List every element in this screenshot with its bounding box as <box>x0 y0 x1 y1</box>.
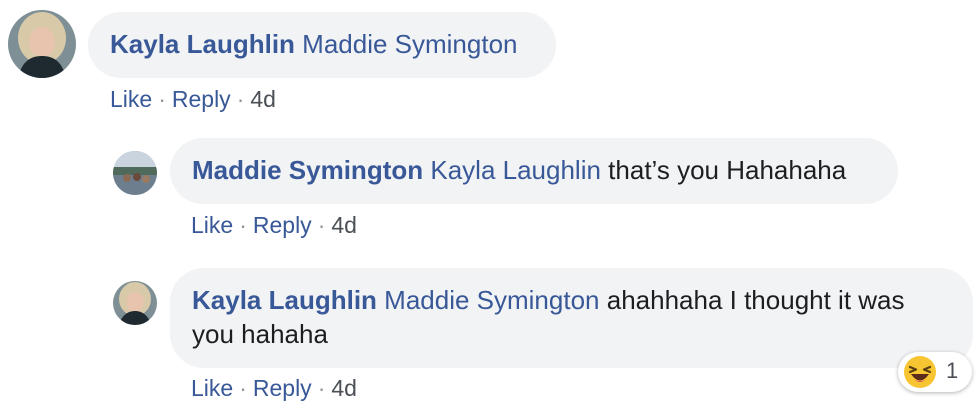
maddie-avatar-icon <box>113 151 157 195</box>
separator: · <box>239 212 247 238</box>
comment-author[interactable]: Kayla Laughlin <box>110 29 295 59</box>
avatar-maddie[interactable] <box>113 151 157 195</box>
comment-actions: Like · Reply · 4d <box>110 86 276 113</box>
separator: · <box>317 375 326 401</box>
comment-mention[interactable]: Maddie Symington <box>384 285 599 315</box>
comment-author[interactable]: Maddie Symington <box>192 155 423 185</box>
comment-actions: Like · Reply · 4d <box>191 375 357 402</box>
reaction-count: 1 <box>946 358 959 383</box>
comment-text: that’s you Hahahaha <box>608 155 847 185</box>
comment-bubble: Kayla Laughlin Maddie Symington <box>88 12 556 78</box>
separator: · <box>239 375 247 401</box>
comment-mention[interactable]: Kayla Laughlin <box>430 155 601 185</box>
separator: · <box>236 86 245 112</box>
reply-link[interactable]: Reply <box>253 212 312 238</box>
timestamp[interactable]: 4d <box>250 86 276 112</box>
comment-actions: Like · Reply · 4d <box>191 212 357 239</box>
avatar-kayla[interactable] <box>8 10 76 78</box>
comment-author[interactable]: Kayla Laughlin <box>192 285 377 315</box>
comment-mention[interactable]: Maddie Symington <box>302 29 517 59</box>
reply-link[interactable]: Reply <box>172 86 231 112</box>
separator: · <box>158 86 166 112</box>
like-link[interactable]: Like <box>110 86 152 112</box>
reaction-badge[interactable]: 1 <box>898 352 972 392</box>
kayla-avatar-icon <box>113 281 157 325</box>
timestamp[interactable]: 4d <box>331 375 357 401</box>
reply-link[interactable]: Reply <box>253 375 312 401</box>
avatar-kayla[interactable] <box>113 281 157 325</box>
timestamp[interactable]: 4d <box>331 212 357 238</box>
like-link[interactable]: Like <box>191 212 233 238</box>
like-link[interactable]: Like <box>191 375 233 401</box>
laughing-emoji-icon <box>904 356 936 388</box>
comment-bubble: Kayla Laughlin Maddie Symington ahahhaha… <box>170 268 973 368</box>
comment-bubble: Maddie Symington Kayla Laughlin that’s y… <box>170 138 898 204</box>
kayla-avatar-icon <box>8 10 76 78</box>
separator: · <box>317 212 326 238</box>
